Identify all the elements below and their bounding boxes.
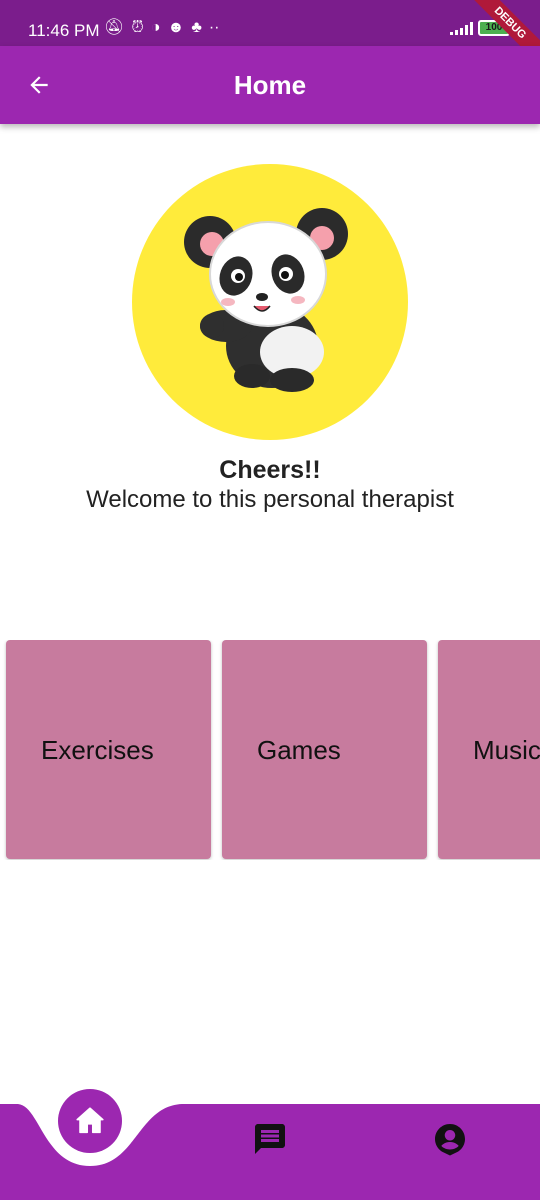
status-time: 11:46 PM <box>28 21 100 40</box>
more-dots-icon: ·· <box>208 19 220 36</box>
account-icon: ☻ <box>167 19 185 36</box>
account-circle-icon <box>435 1124 465 1156</box>
bottom-navigation <box>0 1080 540 1200</box>
music-card[interactable]: Music <box>438 640 540 859</box>
feature-card-list[interactable]: Exercises Games Music <box>0 640 540 860</box>
status-bar: 11:46 PM 🔕︎ ⏰︎ ◑ ☻ ♣ ·· 100 DEBUG <box>0 0 540 72</box>
home-icon <box>76 1107 104 1134</box>
card-label: Exercises <box>41 735 154 765</box>
nav-profile-button[interactable] <box>428 1117 472 1161</box>
nav-chat-button[interactable] <box>248 1117 292 1161</box>
card-label: Games <box>257 735 341 765</box>
snapchat-icon: ♣ <box>191 19 202 36</box>
data-saver-icon: ◑ <box>150 19 161 36</box>
welcome-subtitle: Welcome to this personal therapist <box>86 486 454 513</box>
signal-icon <box>450 21 473 35</box>
panda-illustration <box>184 208 348 392</box>
panda-avatar <box>132 164 408 440</box>
nav-home-button[interactable] <box>58 1089 122 1153</box>
app-bar: Home <box>0 46 540 124</box>
muted-notification-icon: 🔕︎ <box>104 19 125 36</box>
alarm-icon: ⏰︎ <box>131 19 144 36</box>
greeting-title: Cheers!! <box>219 456 321 484</box>
exercises-card[interactable]: Exercises <box>6 640 211 859</box>
chat-icon <box>255 1124 285 1154</box>
page-title: Home <box>233 70 307 100</box>
games-card[interactable]: Games <box>222 640 427 859</box>
status-icons: 🔕︎ ⏰︎ ◑ ☻ ♣ ·· <box>104 18 219 38</box>
card-label: Music <box>473 735 540 765</box>
